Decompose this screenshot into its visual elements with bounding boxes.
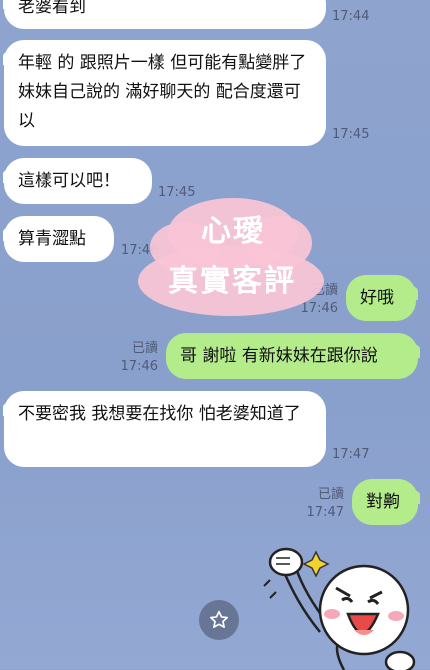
message-time: 17:45 bbox=[332, 127, 370, 142]
favorite-button[interactable] bbox=[199, 600, 239, 640]
star-icon bbox=[209, 610, 229, 628]
cheering-character-sticker bbox=[263, 547, 416, 670]
message-bubble-incoming[interactable]: 這樣可以吧！ bbox=[4, 158, 152, 204]
message-bubble-incoming[interactable]: 算青澀點 bbox=[4, 216, 114, 262]
message-bubble-incoming[interactable]: 老婆看到 bbox=[4, 0, 326, 29]
message-time: 17:45 bbox=[158, 185, 196, 200]
sparkle-icon bbox=[302, 550, 330, 578]
message-bubble-outgoing[interactable]: 哥 謝啦 有新妹妹在跟你說 bbox=[166, 333, 418, 379]
message-text: 不要密我 我想要在找你 怕老婆知道了 bbox=[18, 404, 301, 424]
read-receipt: 已讀 bbox=[311, 283, 338, 298]
read-receipt: 已讀 bbox=[131, 341, 158, 356]
message-time: 17:47 bbox=[306, 505, 344, 520]
message-bubble-incoming[interactable]: 不要密我 我想要在找你 怕老婆知道了 bbox=[4, 391, 326, 467]
message-bubble-outgoing[interactable]: 對齁 bbox=[352, 479, 418, 525]
chat-area: 老婆看到 17:44 年輕 的 跟照片一樣 但可能有點變胖了 妹妹自己說的 滿好… bbox=[0, 0, 430, 670]
message-text: 哥 謝啦 有新妹妹在跟你說 bbox=[180, 346, 378, 366]
message-text: 對齁 bbox=[366, 492, 400, 512]
message-time: 17:44 bbox=[332, 9, 370, 24]
message-time: 17:47 bbox=[332, 447, 370, 462]
message-text: 算青澀點 bbox=[18, 229, 86, 249]
message-text: 年輕 的 跟照片一樣 但可能有點變胖了 妹妹自己說的 滿好聊天的 配合度還可以 bbox=[18, 53, 307, 131]
message-time: 17:46 bbox=[121, 243, 159, 258]
read-receipt: 已讀 bbox=[317, 487, 344, 502]
message-text: 老婆看到 bbox=[18, 0, 86, 17]
message-text: 好哦 bbox=[360, 288, 394, 308]
watermark-line1: 心璦 bbox=[201, 214, 265, 249]
message-time: 17:46 bbox=[300, 301, 338, 316]
watermark-line2: 真實客評 bbox=[168, 264, 296, 299]
message-bubble-incoming[interactable]: 年輕 的 跟照片一樣 但可能有點變胖了 妹妹自己說的 滿好聊天的 配合度還可以 bbox=[4, 40, 326, 146]
message-time: 17:46 bbox=[120, 359, 158, 374]
message-bubble-outgoing[interactable]: 好哦 bbox=[346, 275, 416, 321]
message-text: 這樣可以吧！ bbox=[18, 171, 120, 191]
